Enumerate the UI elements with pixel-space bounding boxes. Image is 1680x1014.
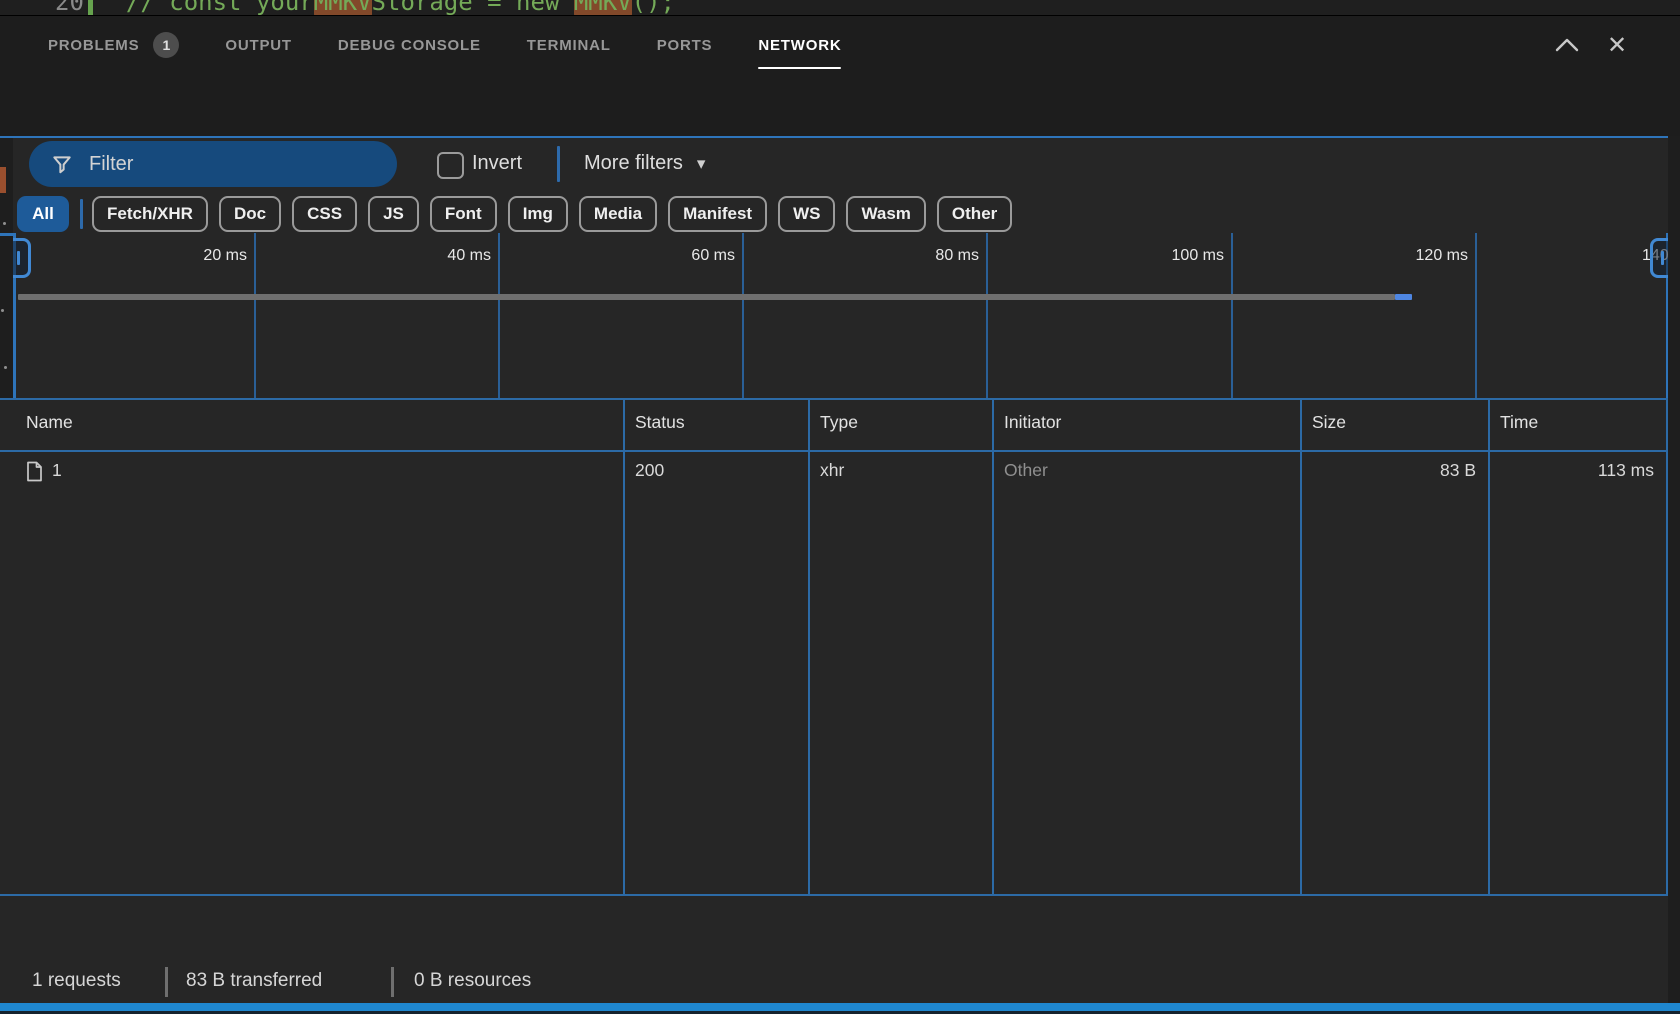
gridline-100ms (1231, 233, 1233, 398)
type-filter-css[interactable]: CSS (292, 196, 357, 232)
column-border[interactable] (808, 398, 810, 894)
close-icon: ✕ (1607, 31, 1627, 60)
type-filter-img[interactable]: Img (508, 196, 568, 232)
tab-debug-console[interactable]: DEBUG CONSOLE (338, 16, 481, 74)
gridline-40ms (498, 233, 500, 398)
editor-code-text: 20// const yourMMKVStorage = new MMKV(); (0, 0, 675, 15)
line-number: 20 (55, 0, 84, 15)
status-separator (165, 967, 168, 997)
tab-terminal[interactable]: TERMINAL (527, 16, 611, 74)
filter-row-separator (557, 146, 560, 182)
document-icon (26, 461, 43, 482)
ruler-tick-20ms: 20 ms (157, 247, 247, 269)
column-header-time[interactable]: Time (1500, 412, 1538, 433)
gridline-20ms (254, 233, 256, 398)
column-header-initiator[interactable]: Initiator (1004, 412, 1061, 433)
ruler-tick-60ms: 60 ms (645, 247, 735, 269)
cell-size: 83 B (1300, 460, 1476, 481)
funnel-outline-icon (51, 153, 73, 175)
column-header-status[interactable]: Status (635, 412, 685, 433)
overview-total-bar (18, 294, 1395, 300)
statusbar-accent-strip (0, 1003, 1680, 1011)
invert-label: Invert (472, 152, 522, 175)
panel-close-button[interactable]: ✕ (1600, 30, 1634, 60)
overview-ruler-match-marker (0, 167, 6, 193)
column-header-name[interactable]: Name (26, 412, 73, 433)
overview-ruler-dot (3, 222, 6, 225)
transferred-size: 83 B transferred (186, 970, 322, 992)
tab-ports[interactable]: PORTS (657, 16, 713, 74)
search-match-highlight: MMKV (314, 0, 372, 15)
active-tab-underline (758, 67, 841, 70)
ruler-tick-40ms: 40 ms (401, 247, 491, 269)
panel-collapse-button[interactable] (1550, 30, 1584, 60)
chips-separator (80, 199, 83, 229)
type-filter-fetch-xhr[interactable]: Fetch/XHR (92, 196, 208, 232)
type-filter-chips: Fetch/XHR Doc CSS JS Font Img Media Mani… (92, 196, 1012, 232)
column-header-type[interactable]: Type (820, 412, 858, 433)
ruler-tick-80ms: 80 ms (889, 247, 979, 269)
cell-initiator: Other (1004, 460, 1048, 481)
type-filter-all[interactable]: All (17, 196, 69, 232)
editor-code-line: 20// const yourMMKVStorage = new MMKV(); (0, 0, 1680, 15)
network-panel: 20// const yourMMKVStorage = new MMKV();… (0, 0, 1680, 1014)
status-separator (391, 967, 394, 997)
type-filter-media[interactable]: Media (579, 196, 657, 232)
type-filter-manifest[interactable]: Manifest (668, 196, 767, 232)
network-toolbar (0, 74, 1680, 136)
overview-right-drag-handle[interactable] (1650, 238, 1668, 278)
gridline-120ms (1475, 233, 1477, 398)
table-header-top-border (0, 398, 1668, 400)
cell-time: 113 ms (1488, 460, 1654, 481)
filter-input[interactable]: Filter (29, 141, 397, 187)
column-header-size[interactable]: Size (1312, 412, 1346, 433)
chevron-down-icon: ▾ (697, 154, 706, 174)
table-right-border (1666, 398, 1668, 894)
cell-type: xhr (820, 460, 844, 481)
tab-network[interactable]: NETWORK (758, 16, 841, 74)
type-filter-doc[interactable]: Doc (219, 196, 281, 232)
type-filter-js[interactable]: JS (368, 196, 419, 232)
modified-gutter-marker (88, 0, 93, 15)
type-filter-other[interactable]: Other (937, 196, 1012, 232)
overview-ruler-dot (4, 366, 7, 369)
table-header-bottom-border (0, 450, 1668, 452)
gridline-60ms (742, 233, 744, 398)
cell-name[interactable]: 1 (52, 460, 62, 481)
tab-problems[interactable]: PROBLEMS 1 (48, 16, 179, 74)
ruler-tick-120ms: 120 ms (1378, 247, 1468, 269)
panel-tab-bar: PROBLEMS 1 OUTPUT DEBUG CONSOLE TERMINAL… (0, 16, 1680, 74)
type-filter-wasm[interactable]: Wasm (846, 196, 925, 232)
overview-left-drag-handle[interactable] (13, 238, 31, 278)
column-border[interactable] (992, 398, 994, 894)
gridline-80ms (986, 233, 988, 398)
type-filter-ws[interactable]: WS (778, 196, 835, 232)
column-border[interactable] (623, 398, 625, 894)
invert-checkbox[interactable] (437, 152, 464, 179)
requests-count: 1 requests (32, 970, 121, 992)
problems-count-badge: 1 (153, 32, 179, 58)
chevron-up-icon (1554, 37, 1580, 53)
overview-request-bar (1395, 294, 1412, 300)
ruler-tick-100ms: 100 ms (1134, 247, 1224, 269)
tab-output[interactable]: OUTPUT (225, 16, 291, 74)
overview-ruler-dot (1, 309, 4, 312)
resources-size: 0 B resources (414, 970, 531, 992)
overview-timeline[interactable]: 20 ms 40 ms 60 ms 80 ms 100 ms 120 ms 14… (13, 233, 1668, 398)
type-filter-font[interactable]: Font (430, 196, 497, 232)
search-match-highlight: MMKV (574, 0, 632, 15)
filter-placeholder: Filter (89, 153, 133, 176)
cell-status: 200 (635, 460, 664, 481)
more-filters-button[interactable]: More filters ▾ (584, 152, 705, 175)
